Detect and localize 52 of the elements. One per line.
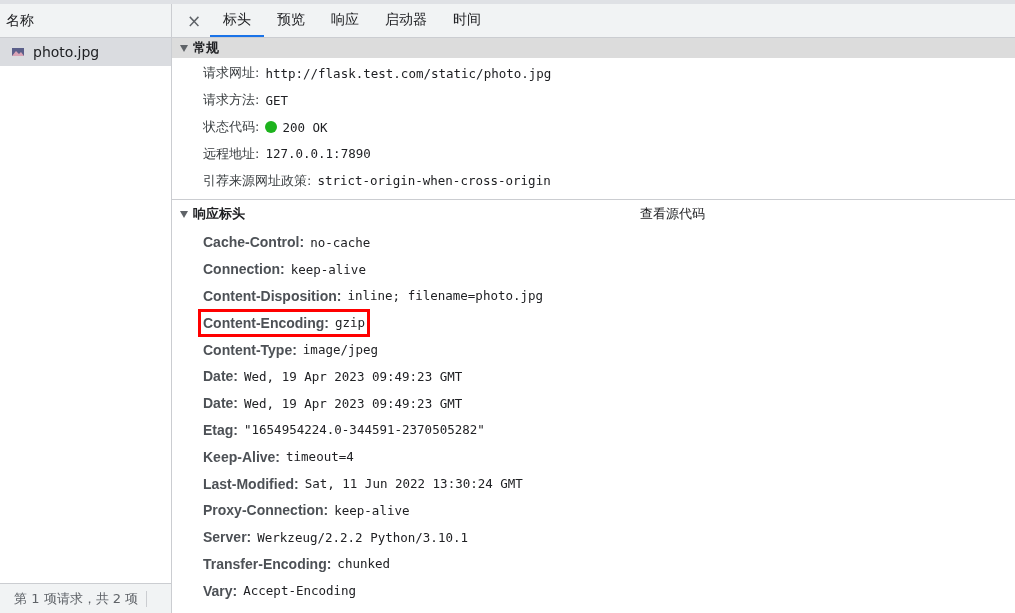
header-value: image/jpeg [302, 342, 379, 358]
header-value: Wed, 19 Apr 2023 09:49:23 GMT [244, 395, 463, 411]
header-value: GET [265, 92, 288, 108]
column-header[interactable]: 名称 [6, 11, 34, 30]
header-value: Sat, 11 Jun 2022 13:30:24 GMT [304, 476, 523, 492]
header-value: gzip [335, 315, 366, 331]
header-value: 200 OK [282, 119, 328, 135]
header-name: Cache-Control: [203, 234, 305, 251]
header-name: 请求网址: [203, 64, 260, 83]
header-value: http://flask.test.com/static/photo.jpg [265, 65, 552, 81]
header-name: Content-Type: [203, 341, 297, 358]
header-name: Last-Modified: [203, 475, 299, 492]
header-value: 127.0.0.1:7890 [265, 146, 371, 162]
header-name: Connection: [203, 261, 285, 278]
close-button[interactable]: × [178, 4, 211, 37]
header-name: Transfer-Encoding: [203, 555, 332, 572]
header-name: Content-Encoding: [203, 314, 329, 331]
header-value: Werkzeug/2.2.2 Python/3.10.1 [257, 529, 468, 545]
header-value: Accept-Encoding [243, 583, 357, 599]
header-name: 远程地址: [203, 144, 260, 163]
header-name: 状态代码: [203, 118, 260, 136]
header-name: Vary: [203, 582, 238, 599]
tab[interactable]: 时间 [440, 4, 495, 37]
header-value: "1654954224.0-344591-2370505282" [244, 422, 485, 438]
header-name: 引荐来源网址政策: [203, 171, 312, 190]
header-name: Date: [203, 368, 238, 385]
header-name: Content-Disposition: [203, 288, 342, 304]
header-name: Date: [203, 395, 238, 412]
header-name: Keep-Alive: [203, 448, 281, 465]
triangle-icon [180, 44, 188, 52]
request-row[interactable]: photo.jpg [0, 38, 171, 66]
header-value: keep-alive [334, 502, 410, 518]
tab[interactable]: 启动器 [372, 4, 441, 37]
section-toggle[interactable]: 常规 [180, 39, 219, 57]
triangle-icon [180, 211, 188, 218]
header-name: 请求方法: [203, 91, 260, 110]
header-value: timeout=4 [286, 449, 354, 465]
header-name: Server: [203, 529, 252, 546]
section-toggle[interactable]: 响应标头 [180, 205, 245, 224]
tab[interactable]: 响应 [318, 4, 373, 37]
header-value: inline; filename=photo.jpg [347, 288, 544, 304]
image-icon [12, 48, 24, 56]
header-value: Wed, 19 Apr 2023 09:49:23 GMT [244, 368, 463, 384]
header-value: no-cache [310, 234, 371, 250]
header-name: Etag: [203, 421, 238, 438]
view-source-link[interactable]: 查看源代码 [640, 205, 705, 224]
header-value: keep-alive [290, 261, 366, 277]
header-value: chunked [337, 556, 391, 572]
tab[interactable]: 预览 [264, 4, 319, 37]
header-name: Proxy-Connection: [203, 502, 329, 519]
header-value: strict-origin-when-cross-origin [317, 173, 551, 189]
request-count: 第 1 项请求，共 2 项 [14, 589, 139, 608]
